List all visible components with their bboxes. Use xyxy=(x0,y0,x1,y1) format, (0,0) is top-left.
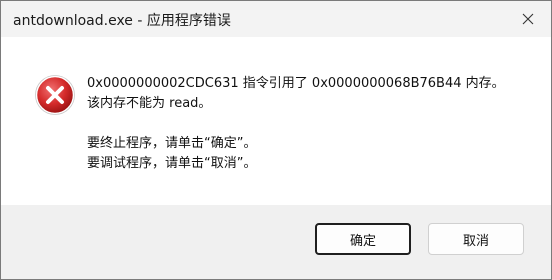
message-line-1: 0x0000000002CDC631 指令引用了 0x0000000068B76… xyxy=(87,76,505,91)
cancel-button[interactable]: 取消 xyxy=(428,223,524,255)
message-line-3: 要终止程序，请单击“确定”。 xyxy=(87,136,257,151)
error-dialog: antdownload.exe - 应用程序错误 0x0000000002CDC… xyxy=(0,0,552,280)
close-icon xyxy=(522,13,534,25)
window-title: antdownload.exe - 应用程序错误 xyxy=(13,13,231,29)
title-bar: antdownload.exe - 应用程序错误 xyxy=(1,1,551,37)
error-message: 0x0000000002CDC631 指令引用了 0x0000000068B76… xyxy=(87,74,505,174)
close-button[interactable] xyxy=(505,1,551,37)
message-line-4: 要调试程序，请单击“取消”。 xyxy=(87,156,257,171)
error-icon xyxy=(35,75,75,115)
button-bar: 确定 取消 xyxy=(1,205,551,279)
message-line-2: 该内存不能为 read。 xyxy=(87,96,212,111)
dialog-content: 0x0000000002CDC631 指令引用了 0x0000000068B76… xyxy=(1,37,551,205)
ok-button[interactable]: 确定 xyxy=(315,223,411,255)
